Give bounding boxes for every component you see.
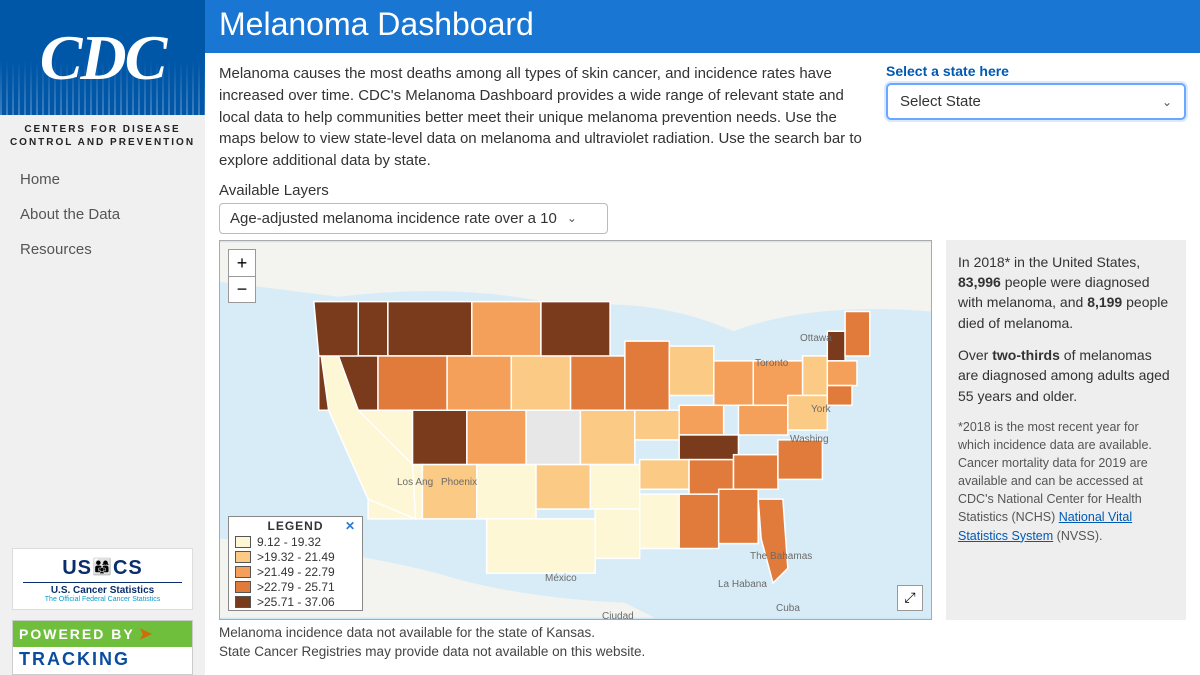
state-select-block: Select a state here Select State ⌄: [886, 63, 1186, 172]
arrow-right-icon: ➤: [139, 624, 154, 644]
legend-row: >25.71 - 37.06: [229, 595, 362, 610]
legend-label: >21.49 - 22.79: [257, 565, 335, 579]
map[interactable]: + − LEGEND ✕ 9.12 - 19.32>19.32 - 21.49>…: [219, 240, 932, 620]
chevron-down-icon: ⌄: [567, 211, 577, 225]
legend-row: >22.79 - 25.71: [229, 580, 362, 595]
map-notes: Melanoma incidence data not available fo…: [205, 620, 1200, 662]
tracking-badge[interactable]: POWERED BY ➤ TRACKING: [12, 620, 193, 675]
state-select-value: Select State: [900, 93, 981, 110]
people-icon: 👨‍👩‍👧: [92, 559, 113, 576]
cdc-subtitle: Centers for Disease Control and Preventi…: [0, 115, 205, 153]
layer-select[interactable]: Age-adjusted melanoma incidence rate ove…: [219, 203, 608, 234]
legend-label: >22.79 - 25.71: [257, 580, 335, 594]
stats-panel: In 2018* in the United States, 83,996 pe…: [946, 240, 1186, 620]
cdc-logo-text: CDC: [40, 26, 166, 90]
legend-row: >19.32 - 21.49: [229, 550, 362, 565]
map-row: + − LEGEND ✕ 9.12 - 19.32>19.32 - 21.49>…: [205, 240, 1200, 620]
legend-close-icon[interactable]: ✕: [345, 519, 356, 533]
zoom-in-button[interactable]: +: [229, 250, 255, 276]
chevron-down-icon: ⌄: [1162, 95, 1172, 109]
layers-label: Available Layers: [219, 182, 1186, 199]
legend-row: >21.49 - 22.79: [229, 565, 362, 580]
zoom-controls: + −: [228, 249, 256, 303]
nav-resources[interactable]: Resources: [20, 241, 205, 258]
zoom-out-button[interactable]: −: [229, 276, 255, 302]
nav-home[interactable]: Home: [20, 171, 205, 188]
legend-label: 9.12 - 19.32: [257, 535, 321, 549]
stat-diagnosed: 83,996: [958, 274, 1001, 290]
map-note: Melanoma incidence data not available fo…: [219, 624, 1186, 643]
legend-swatch: [235, 551, 251, 563]
intro-text: Melanoma causes the most deaths among al…: [219, 63, 866, 172]
legend-swatch: [235, 581, 251, 593]
map-note: State Cancer Registries may provide data…: [219, 643, 1186, 662]
sidebar-nav: Home About the Data Resources: [0, 153, 205, 276]
legend-title: LEGEND: [267, 519, 323, 533]
page-title: Melanoma Dashboard: [205, 0, 1200, 53]
state-select-label: Select a state here: [886, 63, 1186, 79]
legend-label: >19.32 - 21.49: [257, 550, 335, 564]
stat-deaths: 8,199: [1087, 294, 1122, 310]
nav-about-data[interactable]: About the Data: [20, 206, 205, 223]
map-legend: LEGEND ✕ 9.12 - 19.32>19.32 - 21.49>21.4…: [228, 516, 363, 611]
sidebar: CDC Centers for Disease Control and Prev…: [0, 0, 205, 675]
legend-label: >25.71 - 37.06: [257, 595, 335, 609]
expand-map-button[interactable]: ⤢: [897, 585, 923, 611]
layer-select-value: Age-adjusted melanoma incidence rate ove…: [230, 210, 557, 227]
sidebar-bottom: US👨‍👩‍👧CS U.S. Cancer Statistics The Off…: [0, 540, 205, 675]
state-select[interactable]: Select State ⌄: [886, 83, 1186, 120]
legend-row: 9.12 - 19.32: [229, 535, 362, 550]
legend-swatch: [235, 536, 251, 548]
layer-block: Available Layers Age-adjusted melanoma i…: [205, 172, 1200, 240]
legend-swatch: [235, 566, 251, 578]
cdc-logo: CDC: [0, 0, 205, 115]
legend-swatch: [235, 596, 251, 608]
uscs-badge[interactable]: US👨‍👩‍👧CS U.S. Cancer Statistics The Off…: [12, 548, 193, 610]
main: Melanoma Dashboard Melanoma causes the m…: [205, 0, 1200, 675]
intro-row: Melanoma causes the most deaths among al…: [205, 53, 1200, 172]
